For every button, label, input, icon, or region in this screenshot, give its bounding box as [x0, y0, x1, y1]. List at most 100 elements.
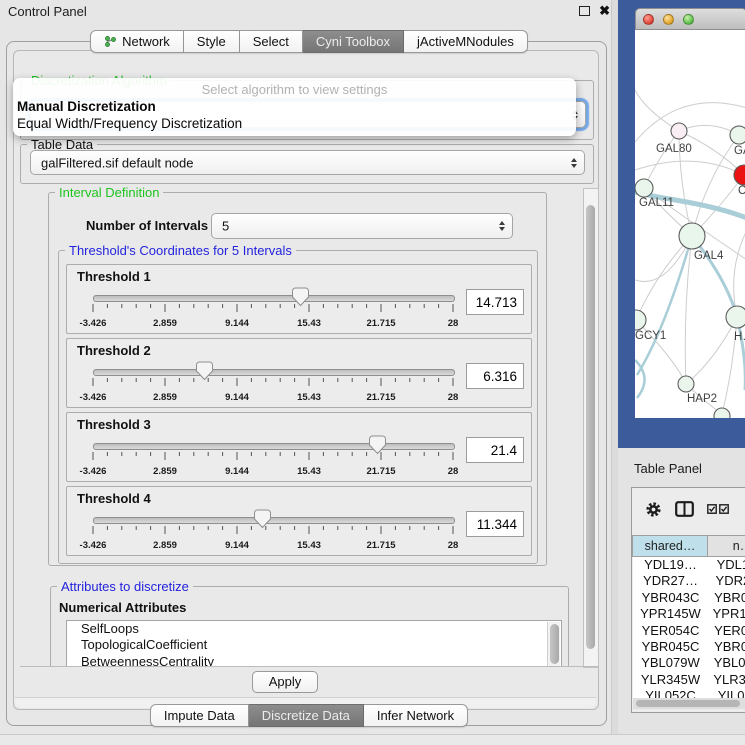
network-edge[interactable]	[644, 131, 679, 188]
network-edge[interactable]	[635, 90, 679, 131]
network-edge[interactable]	[692, 135, 739, 236]
network-icon	[104, 35, 117, 48]
network-view-window: GAL80GAL…C…GAL11GAL4GCY1H…HAP2	[635, 8, 745, 418]
table-toolbar	[632, 488, 745, 530]
table-row[interactable]: YPR145WYPR145W	[633, 606, 745, 622]
svg-text:-3.426: -3.426	[80, 392, 107, 403]
table-row[interactable]: YIL052CYIL052C	[633, 688, 745, 698]
num-intervals-label: Number of Intervals	[86, 218, 208, 233]
threshold-row: Threshold 2-3.4262.8599.14415.4321.71528…	[66, 338, 532, 408]
slider-handle[interactable]	[369, 435, 386, 455]
svg-text:21.715: 21.715	[366, 466, 396, 477]
viewport-bottom-edge	[20, 666, 598, 667]
table-row[interactable]: YDR27…YDR27…	[633, 573, 745, 589]
zoom-window-icon[interactable]	[683, 14, 694, 25]
apply-button[interactable]: Apply	[252, 671, 318, 693]
threshold-slider: -3.4262.8599.14415.4321.71528	[85, 286, 461, 331]
network-node-label: GCY1	[635, 330, 666, 342]
slider-handle[interactable]	[196, 361, 213, 381]
thresholds-group: Threshold's Coordinates for 5 Intervals …	[58, 250, 538, 564]
column-layout-icon[interactable]	[675, 501, 694, 517]
svg-text:-3.426: -3.426	[80, 318, 107, 329]
table-row[interactable]: YBR043CYBR043C	[633, 590, 745, 606]
gear-icon[interactable]	[645, 501, 662, 518]
network-node-label: GAL80	[656, 143, 692, 155]
column-header[interactable]: shared…	[632, 535, 708, 557]
table-header-row: shared… n…	[632, 535, 745, 557]
table-cell: YBR043C	[708, 590, 745, 606]
close-panel-icon[interactable]: ✖	[599, 3, 610, 18]
tab-style[interactable]: Style	[184, 30, 240, 53]
attributes-items: SelfLoopsTopologicalCoefficientBetweenne…	[67, 621, 561, 666]
slider-track[interactable]	[93, 517, 455, 524]
network-node[interactable]	[730, 126, 745, 144]
table-cell: YDR27…	[633, 573, 708, 589]
network-node[interactable]	[679, 223, 705, 249]
slider-handle[interactable]	[292, 287, 309, 307]
table-row[interactable]: YER054CYER054C	[633, 623, 745, 639]
float-window-icon[interactable]	[579, 6, 590, 16]
slider-track[interactable]	[93, 443, 455, 450]
tab-jactivemnodules[interactable]: jActiveMNodules	[404, 30, 528, 53]
numerical-attribute-item[interactable]: TopologicalCoefficient	[67, 637, 561, 653]
slider-track[interactable]	[93, 295, 455, 302]
threshold-value-field[interactable]: 6.316	[466, 363, 524, 389]
tab-network[interactable]: Network	[90, 30, 184, 53]
threshold-value-field[interactable]: 11.344	[466, 511, 524, 537]
network-node-label: GAL4	[694, 250, 724, 262]
group-title: Attributes to discretize	[57, 579, 193, 594]
network-node[interactable]	[678, 376, 694, 392]
svg-text:-3.426: -3.426	[80, 540, 107, 551]
minimize-window-icon[interactable]	[663, 14, 674, 25]
table-cell: YDL19…	[708, 557, 745, 573]
close-window-icon[interactable]	[643, 14, 654, 25]
table-data-combobox[interactable]: galFiltered.sif default node	[30, 150, 585, 175]
column-header[interactable]: n…	[708, 535, 745, 557]
threshold-value-field[interactable]: 14.713	[466, 289, 524, 315]
numerical-attribute-item[interactable]: BetweennessCentrality	[67, 654, 561, 666]
network-node[interactable]	[635, 179, 653, 197]
table-data-combobox-value: galFiltered.sif default node	[41, 155, 193, 170]
tab-discretize-data[interactable]: Discretize Data	[249, 704, 364, 727]
network-edge[interactable]	[636, 236, 692, 320]
slider-handle[interactable]	[254, 509, 271, 529]
network-node[interactable]	[671, 123, 687, 139]
attributes-scrollbar-thumb[interactable]	[550, 624, 559, 664]
network-node[interactable]	[734, 165, 745, 185]
network-window-titlebar[interactable]	[635, 8, 745, 30]
numerical-attribute-item[interactable]: SelfLoops	[67, 621, 561, 637]
network-node-label: GAL…	[734, 145, 745, 157]
table-cell: YBL079W	[633, 655, 708, 671]
table-row[interactable]: YDL19…YDL19…	[633, 557, 745, 573]
table-row[interactable]: YLR345WYLR345W	[633, 672, 745, 688]
attributes-scrollbar[interactable]	[547, 622, 560, 666]
network-edge[interactable]	[734, 230, 745, 317]
main-scrollbar-thumb[interactable]	[586, 205, 595, 649]
table-row[interactable]: YBR045CYBR045C	[633, 639, 745, 655]
group-title: Threshold's Coordinates for 5 Intervals	[65, 243, 296, 258]
table-cell: YBR043C	[633, 590, 708, 606]
main-scrollbar[interactable]	[583, 188, 599, 668]
table-row[interactable]: YBL079WYBL079W	[633, 655, 745, 671]
checkbox-select-icon[interactable]	[719, 504, 729, 514]
checkbox-select-icon[interactable]	[707, 504, 717, 514]
svg-text:2.859: 2.859	[153, 392, 177, 403]
num-intervals-combobox[interactable]: 5	[211, 213, 513, 239]
network-node[interactable]	[635, 310, 646, 330]
network-edge[interactable]	[637, 236, 692, 375]
table-hscrollbar-thumb[interactable]	[636, 700, 740, 707]
algorithm-option-equal-width-frequency-discretization[interactable]: Equal Width/Frequency Discretization	[13, 115, 576, 132]
tab-select[interactable]: Select	[240, 30, 303, 53]
slider-track[interactable]	[93, 369, 455, 376]
table-hscrollbar[interactable]	[633, 698, 745, 709]
threshold-value-field[interactable]: 21.4	[466, 437, 524, 463]
threshold-label: Threshold 4	[77, 491, 151, 506]
algorithm-option-manual-discretization[interactable]: Manual Discretization	[13, 98, 576, 115]
numerical-attributes-list[interactable]: SelfLoopsTopologicalCoefficientBetweenne…	[66, 620, 562, 666]
network-edge[interactable]	[686, 317, 737, 384]
network-node[interactable]	[726, 306, 745, 328]
network-canvas[interactable]: GAL80GAL…C…GAL11GAL4GCY1H…HAP2	[635, 30, 745, 418]
tab-impute-data[interactable]: Impute Data	[150, 704, 249, 727]
tab-infer-network[interactable]: Infer Network	[364, 704, 468, 727]
tab-cyni-toolbox[interactable]: Cyni Toolbox	[303, 30, 404, 53]
